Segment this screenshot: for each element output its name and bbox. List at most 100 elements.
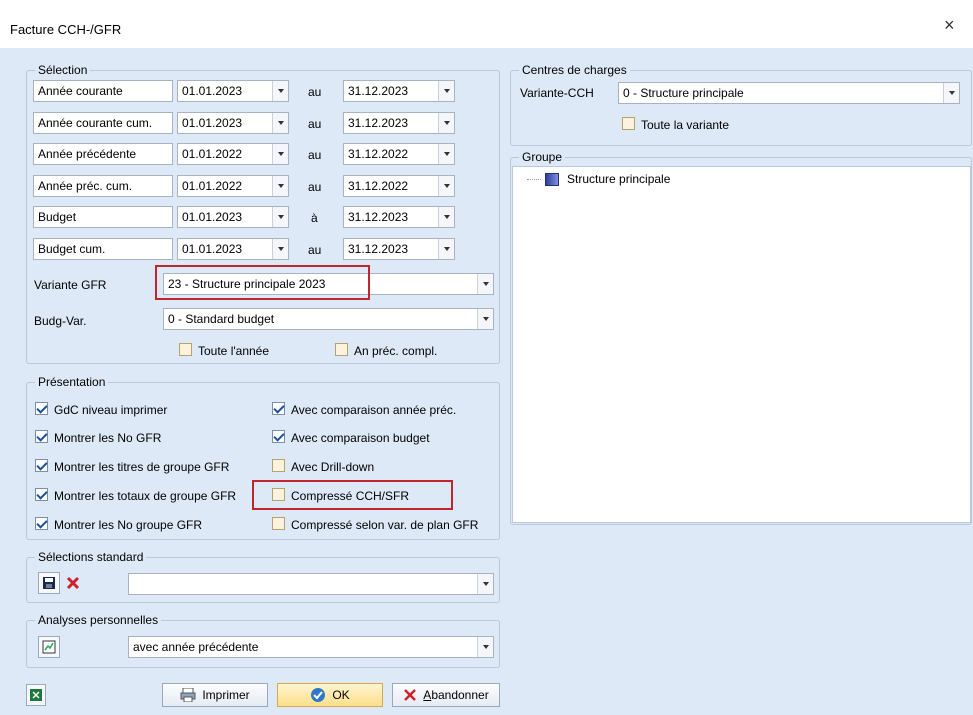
save-icon[interactable]	[38, 572, 60, 594]
highlight-compresse	[252, 480, 453, 510]
chevron-down-icon[interactable]	[477, 309, 493, 329]
delete-icon[interactable]	[62, 572, 84, 594]
chevron-down-icon[interactable]	[438, 176, 454, 196]
date-to-value: 31.12.2022	[348, 147, 409, 161]
chevron-down-icon[interactable]	[438, 207, 454, 227]
chevron-down-icon[interactable]	[272, 207, 288, 227]
date-from-value: 01.01.2023	[182, 242, 243, 256]
tree-connector	[527, 179, 541, 180]
chevron-down-icon[interactable]	[272, 239, 288, 259]
ok-icon	[311, 688, 326, 702]
variante-cch-label: Variante-CCH	[520, 86, 594, 100]
date-from-value: 01.01.2023	[182, 210, 243, 224]
presentation-right-label: Avec Drill-down	[291, 460, 375, 474]
range-separator: à	[311, 211, 318, 225]
presentation-right-checkbox[interactable]	[272, 517, 285, 530]
toute-annee-checkbox[interactable]	[179, 343, 192, 356]
presentation-right-checkbox[interactable]	[272, 402, 285, 415]
presentation-left-checkbox[interactable]	[35, 430, 48, 443]
date-from-select[interactable]: 01.01.2022	[177, 175, 289, 197]
range-separator: au	[308, 148, 322, 162]
printer-icon	[180, 688, 196, 702]
chevron-down-icon[interactable]	[272, 144, 288, 164]
presentation-right-checkbox[interactable]	[272, 430, 285, 443]
date-to-value: 31.12.2023	[348, 84, 409, 98]
date-to-select[interactable]: 31.12.2023	[343, 80, 455, 102]
presentation-left-checkbox[interactable]	[35, 459, 48, 472]
date-from-select[interactable]: 01.01.2022	[177, 143, 289, 165]
presentation-left-checkbox[interactable]	[35, 402, 48, 415]
analysis-edit-icon[interactable]	[38, 636, 60, 658]
range-separator: au	[308, 117, 322, 131]
date-from-value: 01.01.2023	[182, 84, 243, 98]
presentation-right-label: Compressé selon var. de plan GFR	[291, 518, 479, 532]
date-to-value: 31.12.2022	[348, 179, 409, 193]
an-prec-compl-checkbox[interactable]	[335, 343, 348, 356]
date-to-value: 31.12.2023	[348, 116, 409, 130]
print-button[interactable]: Imprimer	[162, 683, 268, 707]
centres-group-label: Centres de charges	[519, 63, 630, 77]
date-to-select[interactable]: 31.12.2022	[343, 143, 455, 165]
selection-row-label: Année préc. cum.	[33, 175, 173, 197]
chevron-down-icon[interactable]	[477, 274, 493, 294]
an-prec-compl-label: An préc. compl.	[354, 344, 438, 358]
date-from-select[interactable]: 01.01.2023	[177, 206, 289, 228]
budg-var-select[interactable]: 0 - Standard budget	[163, 308, 494, 330]
chevron-down-icon[interactable]	[438, 239, 454, 259]
selection-group-label: Sélection	[35, 63, 91, 77]
variante-cch-select[interactable]: 0 - Structure principale	[618, 82, 960, 104]
analyses-group-label: Analyses personnelles	[35, 613, 162, 627]
date-from-select[interactable]: 01.01.2023	[177, 112, 289, 134]
toute-variante-checkbox[interactable]	[622, 117, 635, 130]
presentation-left-checkbox[interactable]	[35, 488, 48, 501]
chevron-down-icon[interactable]	[943, 83, 959, 103]
date-to-value: 31.12.2023	[348, 210, 409, 224]
standard-group-label: Sélections standard	[35, 550, 147, 564]
selection-row-label: Budget	[33, 206, 173, 228]
variante-cch-value: 0 - Structure principale	[623, 86, 744, 100]
date-from-value: 01.01.2022	[182, 147, 243, 161]
chevron-down-icon[interactable]	[438, 81, 454, 101]
analyses-select[interactable]: avec année précédente	[128, 636, 494, 658]
date-to-select[interactable]: 31.12.2022	[343, 175, 455, 197]
budg-var-value: 0 - Standard budget	[168, 312, 275, 326]
budg-var-label: Budg-Var.	[34, 314, 87, 328]
close-button[interactable]: ×	[944, 16, 955, 34]
standard-select[interactable]	[128, 573, 494, 595]
chevron-down-icon[interactable]	[438, 113, 454, 133]
toute-annee-label: Toute l'année	[198, 344, 270, 358]
presentation-left-label: Montrer les totaux de groupe GFR	[54, 489, 237, 503]
groupe-tree[interactable]: Structure principale	[512, 166, 971, 523]
chevron-down-icon[interactable]	[272, 113, 288, 133]
presentation-left-label: Montrer les titres de groupe GFR	[54, 460, 230, 474]
presentation-left-checkbox[interactable]	[35, 517, 48, 530]
close-icon	[404, 689, 417, 701]
range-separator: au	[308, 180, 322, 194]
presentation-right-label: Avec comparaison année préc.	[291, 403, 457, 417]
presentation-right-checkbox[interactable]	[272, 459, 285, 472]
date-from-select[interactable]: 01.01.2023	[177, 238, 289, 260]
date-from-value: 01.01.2023	[182, 116, 243, 130]
chevron-down-icon[interactable]	[272, 176, 288, 196]
presentation-left-label: Montrer les No groupe GFR	[54, 518, 203, 532]
date-to-value: 31.12.2023	[348, 242, 409, 256]
chevron-down-icon[interactable]	[438, 144, 454, 164]
presentation-right-label: Avec comparaison budget	[291, 431, 430, 445]
date-to-select[interactable]: 31.12.2023	[343, 206, 455, 228]
tree-item-structure-principale[interactable]: Structure principale	[567, 172, 670, 186]
chevron-down-icon[interactable]	[272, 81, 288, 101]
toute-variante-label: Toute la variante	[641, 118, 730, 132]
cancel-button[interactable]: Abandonner	[392, 683, 500, 707]
ok-button[interactable]: OK	[277, 683, 383, 707]
date-from-select[interactable]: 01.01.2023	[177, 80, 289, 102]
chevron-down-icon[interactable]	[477, 637, 493, 657]
highlight-variante-gfr	[155, 265, 370, 300]
excel-export-icon[interactable]	[26, 684, 46, 706]
date-from-value: 01.01.2022	[182, 179, 243, 193]
folder-icon	[545, 173, 559, 186]
window-title: Facture CCH-/GFR	[10, 22, 122, 37]
date-to-select[interactable]: 31.12.2023	[343, 238, 455, 260]
date-to-select[interactable]: 31.12.2023	[343, 112, 455, 134]
chevron-down-icon[interactable]	[477, 574, 493, 594]
range-separator: au	[308, 85, 322, 99]
